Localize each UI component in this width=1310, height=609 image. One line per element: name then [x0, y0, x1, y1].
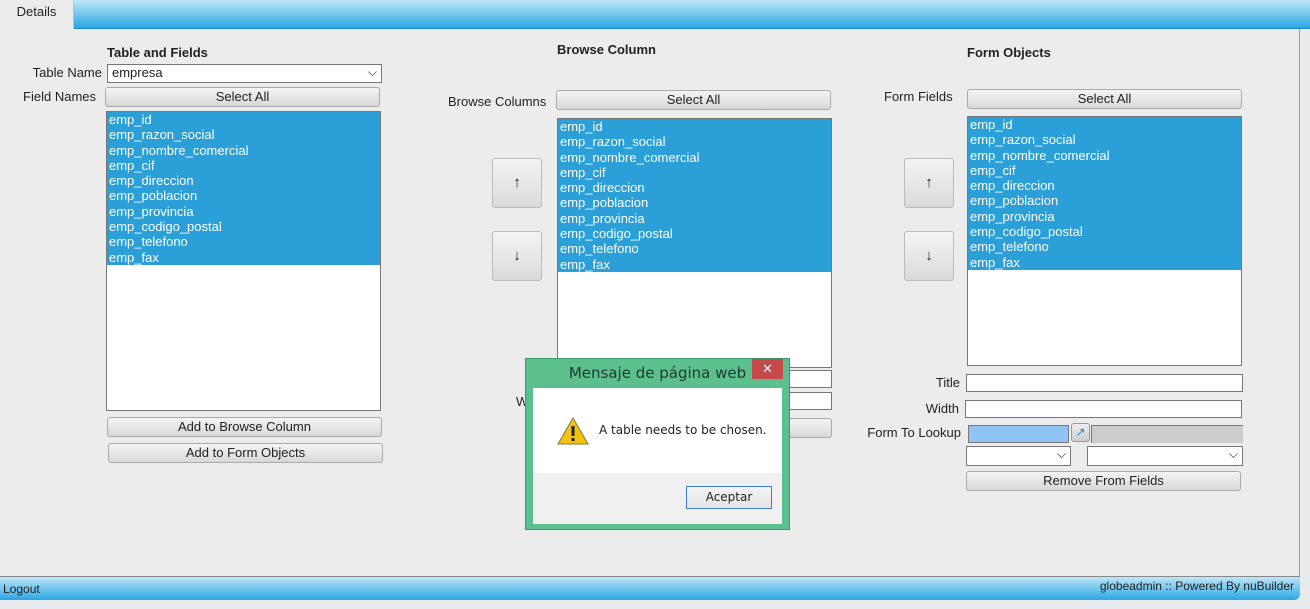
powered-by-text: globeadmin :: Powered By nuBuilder	[1099, 579, 1294, 593]
list-item[interactable]: emp_codigo_postal	[107, 219, 380, 235]
list-item[interactable]: emp_direccion	[968, 178, 1241, 194]
list-item[interactable]: emp_fax	[107, 249, 380, 265]
list-item[interactable]: emp_codigo_postal	[968, 224, 1241, 240]
arrow-down-icon: ↓	[925, 247, 933, 264]
browse-move-down-button[interactable]: ↓	[492, 231, 542, 281]
arrow-up-icon: ↑	[925, 174, 933, 191]
list-item[interactable]: emp_razon_social	[107, 127, 380, 143]
lookup-arrow-icon[interactable]: ↗	[1071, 423, 1090, 442]
list-item[interactable]: emp_razon_social	[968, 132, 1241, 148]
alert-dialog: Mensaje de página web ✕ A table needs to…	[525, 358, 790, 530]
list-item[interactable]: emp_fax	[968, 254, 1241, 270]
form-move-up-button[interactable]: ↑	[904, 158, 954, 208]
list-item[interactable]: emp_telefono	[107, 234, 380, 250]
dialog-close-button[interactable]: ✕	[752, 359, 783, 379]
arrow-down-icon: ↓	[513, 247, 521, 264]
list-item[interactable]: emp_telefono	[558, 241, 831, 257]
list-item[interactable]: emp_nombre_comercial	[968, 147, 1241, 163]
list-item[interactable]: emp_id	[968, 117, 1241, 133]
list-item[interactable]: emp_nombre_comercial	[107, 142, 380, 158]
logout-link[interactable]: Logout	[3, 577, 40, 601]
tab-details[interactable]: Details	[0, 0, 74, 30]
list-item[interactable]: emp_fax	[558, 256, 831, 272]
dialog-message: A table needs to be chosen.	[599, 423, 767, 437]
table-name-value: empresa	[112, 65, 163, 80]
form-move-down-button[interactable]: ↓	[904, 231, 954, 281]
lookup-select-1[interactable]: ⌵	[966, 446, 1071, 466]
form-to-lookup-label: Form To Lookup	[867, 425, 961, 440]
lookup-select-2[interactable]: ⌵	[1087, 446, 1243, 466]
table-name-select[interactable]: empresa ⌵	[107, 64, 382, 83]
list-item[interactable]: emp_id	[107, 112, 380, 128]
browse-columns-list[interactable]: emp_id emp_razon_social emp_nombre_comerci…	[557, 118, 832, 368]
list-item[interactable]: emp_cif	[558, 164, 831, 181]
list-item[interactable]: emp_provincia	[968, 208, 1241, 225]
list-item[interactable]: emp_direccion	[107, 173, 380, 189]
list-item[interactable]: emp_direccion	[558, 180, 831, 196]
add-to-form-objects-button[interactable]: Add to Form Objects	[108, 443, 383, 463]
width-input[interactable]	[965, 400, 1242, 418]
list-item[interactable]: emp_poblacion	[558, 195, 831, 211]
form-objects-heading: Form Objects	[967, 45, 1051, 60]
list-item[interactable]: emp_provincia	[107, 203, 380, 220]
browse-move-up-button[interactable]: ↑	[492, 158, 542, 208]
remove-from-fields-button[interactable]: Remove From Fields	[966, 471, 1241, 491]
title-input[interactable]	[966, 374, 1243, 392]
chevron-down-icon: ⌵	[1228, 447, 1238, 461]
lookup-description-field	[1091, 425, 1243, 443]
chevron-down-icon: ⌵	[1056, 447, 1066, 461]
list-item[interactable]: emp_razon_social	[558, 134, 831, 150]
browse-column-heading: Browse Column	[557, 42, 656, 57]
list-item[interactable]: emp_provincia	[558, 210, 831, 227]
dialog-message-area: A table needs to be chosen.	[533, 388, 782, 473]
footer-bar: Logout globeadmin :: Powered By nuBuilde…	[0, 576, 1300, 600]
list-item[interactable]: emp_telefono	[968, 239, 1241, 255]
list-item[interactable]: emp_id	[558, 119, 831, 135]
field-names-list[interactable]: emp_id emp_razon_social emp_nombre_comerci…	[106, 111, 381, 411]
list-item[interactable]: emp_nombre_comercial	[558, 149, 831, 165]
add-to-browse-column-button[interactable]: Add to Browse Column	[107, 417, 382, 437]
lookup-code-input[interactable]	[968, 425, 1069, 443]
table-name-label: Table Name	[32, 65, 102, 80]
select-all-form-button[interactable]: Select All	[967, 89, 1242, 109]
select-all-fields-button[interactable]: Select All	[105, 87, 380, 107]
list-item[interactable]: emp_cif	[107, 157, 380, 174]
accept-button[interactable]: Aceptar	[686, 486, 772, 509]
warning-icon	[557, 417, 589, 445]
select-all-browse-button[interactable]: Select All	[556, 90, 831, 110]
dialog-body: A table needs to be chosen. Aceptar	[533, 388, 782, 524]
chevron-down-icon: ⌵	[367, 65, 377, 79]
dialog-title: Mensaje de página web	[568, 364, 747, 382]
list-item[interactable]: emp_poblacion	[107, 188, 380, 204]
title-label: Title	[935, 375, 960, 390]
list-item[interactable]: emp_cif	[968, 162, 1241, 179]
width-label: Width	[925, 401, 959, 416]
form-fields-list[interactable]: emp_id emp_razon_social emp_nombre_comerci…	[967, 116, 1242, 366]
list-item[interactable]: emp_poblacion	[968, 193, 1241, 209]
browse-columns-label: Browse Columns	[448, 94, 547, 109]
table-fields-heading: Table and Fields	[107, 45, 208, 60]
arrow-up-icon: ↑	[513, 174, 521, 191]
tab-bar	[0, 0, 1310, 29]
form-fields-label: Form Fields	[884, 89, 953, 104]
list-item[interactable]: emp_codigo_postal	[558, 226, 831, 242]
field-names-label: Field Names	[23, 89, 96, 104]
